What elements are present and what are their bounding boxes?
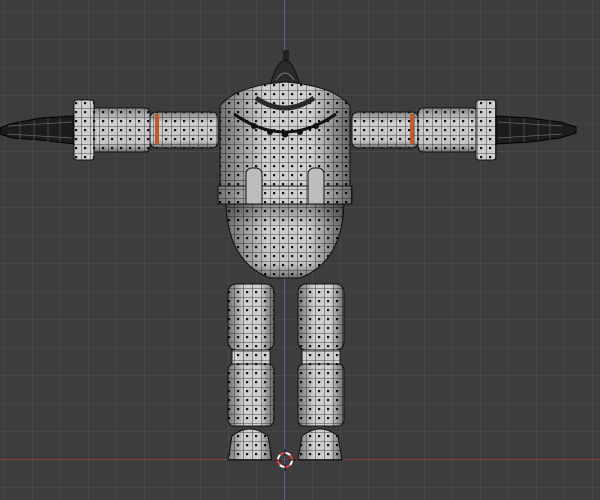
- left-foot: [227, 428, 273, 461]
- 3d-cursor-icon[interactable]: [274, 449, 296, 471]
- robot-mesh[interactable]: [0, 0, 600, 500]
- right-foot: [297, 428, 343, 461]
- right-leg: [297, 283, 345, 427]
- 3d-viewport[interactable]: [0, 0, 600, 500]
- left-hand: [0, 115, 75, 145]
- right-hand: [495, 115, 577, 145]
- torso: [219, 81, 351, 191]
- right-arm: [351, 99, 497, 161]
- left-leg: [227, 283, 275, 427]
- head-antenna: [269, 50, 301, 87]
- left-arm: [73, 99, 219, 161]
- abdomen: [225, 203, 345, 279]
